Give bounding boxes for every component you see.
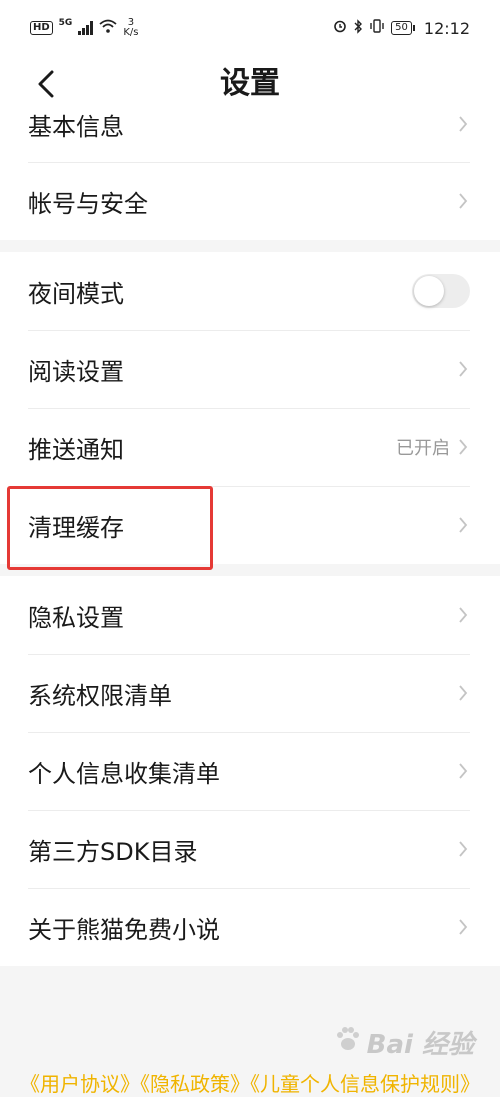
row-label: 推送通知 <box>28 435 124 464</box>
night-mode-toggle[interactable] <box>412 274 470 308</box>
row-reading-settings[interactable]: 阅读设置 <box>0 330 500 408</box>
row-label: 帐号与安全 <box>28 189 148 218</box>
row-account-security[interactable]: 帐号与安全 <box>0 162 500 240</box>
row-third-party-sdk[interactable]: 第三方SDK目录 <box>0 810 500 888</box>
paw-icon <box>333 1024 363 1061</box>
page-title: 设置 <box>220 66 280 101</box>
wifi-icon <box>99 19 117 37</box>
row-label: 第三方SDK目录 <box>28 837 198 866</box>
group-reading: 夜间模式 阅读设置 推送通知 已开启 清理缓存 <box>0 252 500 564</box>
row-about[interactable]: 关于熊猫免费小说 <box>0 888 500 966</box>
row-night-mode[interactable]: 夜间模式 <box>0 252 500 330</box>
row-push-notifications[interactable]: 推送通知 已开启 <box>0 408 500 486</box>
bluetooth-icon <box>353 18 363 38</box>
row-label: 系统权限清单 <box>28 681 172 710</box>
chevron-right-icon <box>458 516 470 534</box>
chevron-right-icon <box>458 684 470 702</box>
row-label: 隐私设置 <box>28 603 124 632</box>
chevron-right-icon <box>458 606 470 624</box>
chevron-right-icon <box>458 360 470 378</box>
chevron-right-icon <box>458 115 470 133</box>
chevron-right-icon <box>458 438 470 456</box>
nav-bar: 设置 <box>0 56 500 114</box>
vibrate-icon <box>369 19 385 37</box>
baidu-watermark: Bai 经验 <box>333 1024 474 1061</box>
network-speed: 3 K/s <box>123 17 139 38</box>
footer-agreement-links[interactable]: 《用户协议》《隐私政策》《儿童个人信息保护规则》 <box>0 1068 500 1097</box>
push-status-value: 已开启 <box>396 438 450 459</box>
row-clear-cache[interactable]: 清理缓存 <box>0 486 500 564</box>
clock: 12:12 <box>423 18 470 38</box>
toggle-knob <box>414 276 444 306</box>
row-label: 关于熊猫免费小说 <box>28 915 220 944</box>
battery-icon: 50 <box>391 21 415 35</box>
row-label: 个人信息收集清单 <box>28 759 220 788</box>
row-privacy-settings[interactable]: 隐私设置 <box>0 576 500 654</box>
row-personal-info-list[interactable]: 个人信息收集清单 <box>0 732 500 810</box>
group-separator <box>0 564 500 576</box>
hd-badge: HD <box>30 21 53 35</box>
group-privacy: 隐私设置 系统权限清单 个人信息收集清单 第三方SDK目录 关于熊猫免费小说 <box>0 576 500 966</box>
settings-list: 基本信息 帐号与安全 夜间模式 阅读设置 推送通知 已开启 清理缓存 隐私设置 … <box>0 114 500 966</box>
signal-icon <box>78 21 94 35</box>
row-label: 阅读设置 <box>28 357 124 386</box>
chevron-right-icon <box>458 918 470 936</box>
row-label: 清理缓存 <box>28 513 124 542</box>
chevron-right-icon <box>458 192 470 210</box>
group-account: 基本信息 帐号与安全 <box>0 114 500 240</box>
row-system-permissions[interactable]: 系统权限清单 <box>0 654 500 732</box>
chevron-right-icon <box>458 762 470 780</box>
chevron-right-icon <box>458 840 470 858</box>
row-basic-info[interactable]: 基本信息 <box>0 114 500 162</box>
alarm-icon <box>333 19 347 37</box>
network-type: 5G <box>58 18 73 28</box>
status-bar: HD 5G 3 K/s 50 12:12 <box>0 0 500 56</box>
row-label: 基本信息 <box>28 114 124 141</box>
row-label: 夜间模式 <box>28 279 124 308</box>
group-separator <box>0 240 500 252</box>
watermark-brand: Bai 经验 <box>366 1030 474 1060</box>
